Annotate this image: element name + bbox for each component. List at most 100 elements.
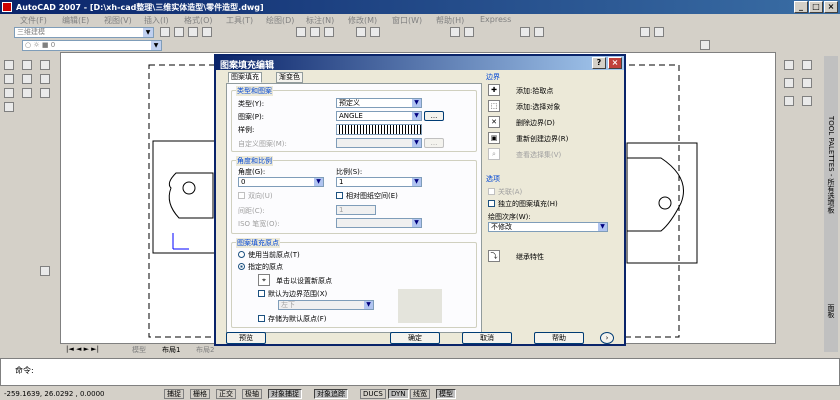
set-origin-icon[interactable]: ⌖ <box>258 274 270 286</box>
draw-rectangle-icon[interactable] <box>40 60 50 70</box>
inherit-properties-label[interactable]: 继承特性 <box>516 252 544 262</box>
preview-button[interactable]: 预览 <box>226 332 266 344</box>
cut-icon[interactable] <box>296 27 306 37</box>
paste-icon[interactable] <box>324 27 334 37</box>
minimize-button[interactable]: _ <box>794 1 808 13</box>
print-icon[interactable] <box>202 27 212 37</box>
ok-button[interactable]: 确定 <box>390 332 440 344</box>
status-grid[interactable]: 栅格 <box>190 389 210 399</box>
tab-model[interactable]: 模型 <box>132 345 146 355</box>
status-lineweight[interactable]: 线宽 <box>410 389 430 399</box>
copy-icon[interactable] <box>310 27 320 37</box>
tab-hatch[interactable]: 图案填充 <box>228 72 262 83</box>
status-ducs[interactable]: DUCS <box>360 389 386 399</box>
pattern-swatch[interactable] <box>336 124 422 135</box>
undo-icon[interactable] <box>356 27 366 37</box>
draw-circle-icon[interactable] <box>4 88 14 98</box>
palette-tool-icon[interactable] <box>784 78 794 88</box>
remove-boundary-icon[interactable]: ✕ <box>488 116 500 128</box>
separate-hatch-checkbox[interactable] <box>488 200 495 207</box>
palette-tool-icon[interactable] <box>802 96 812 106</box>
status-osnap[interactable]: 对象捕捉 <box>268 389 302 399</box>
draw-text-icon[interactable] <box>40 266 50 276</box>
remove-boundary-label[interactable]: 删除边界(D) <box>516 118 555 128</box>
menu-format[interactable]: 格式(O) <box>184 15 213 26</box>
dialog-close-button[interactable]: × <box>608 57 622 69</box>
boundary-position-select[interactable]: 左下 ▼ <box>278 300 374 310</box>
view-selection-label[interactable]: 查看选择集(V) <box>516 150 561 160</box>
angle-select[interactable]: 0 ▼ <box>238 177 324 187</box>
pattern-browse-button[interactable]: ... <box>424 111 444 121</box>
scale-select[interactable]: 1 ▼ <box>336 177 422 187</box>
draw-polyline-icon[interactable] <box>4 74 14 84</box>
type-select[interactable]: 预定义 ▼ <box>336 98 422 108</box>
menu-view[interactable]: 视图(V) <box>104 15 132 26</box>
open-icon[interactable] <box>174 27 184 37</box>
status-otrack[interactable]: 对象追踪 <box>314 389 348 399</box>
default-boundary-checkbox[interactable] <box>258 290 265 297</box>
draw-region-icon[interactable] <box>40 88 50 98</box>
status-snap[interactable]: 捕捉 <box>164 389 184 399</box>
menu-window[interactable]: 窗口(W) <box>392 15 422 26</box>
view-selection-icon[interactable]: ⌕ <box>488 148 500 160</box>
modify-copy-icon[interactable] <box>22 74 32 84</box>
add-select-objects-label[interactable]: 添加:选择对象 <box>516 102 560 112</box>
tab-layout1[interactable]: 布局1 <box>162 345 180 355</box>
menu-modify[interactable]: 修改(M) <box>348 15 377 26</box>
palette-tool-icon[interactable] <box>802 78 812 88</box>
spacing-input[interactable]: 1 <box>336 205 376 215</box>
pan-icon[interactable] <box>450 27 460 37</box>
modify-mirror-icon[interactable] <box>22 88 32 98</box>
layer-tool-icon[interactable] <box>700 40 710 50</box>
palette-tool-icon[interactable] <box>784 96 794 106</box>
specified-origin-radio[interactable] <box>238 263 245 270</box>
menu-insert[interactable]: 插入(I) <box>144 15 169 26</box>
more-options-icon[interactable]: › <box>600 332 614 344</box>
zoom-icon[interactable] <box>464 27 474 37</box>
close-button[interactable]: × <box>824 1 838 13</box>
tab-gradient[interactable]: 渐变色 <box>276 72 303 83</box>
menu-edit[interactable]: 编辑(E) <box>62 15 89 26</box>
iso-pen-select[interactable]: ▼ <box>336 218 422 228</box>
status-polar[interactable]: 极轴 <box>242 389 262 399</box>
maximize-button[interactable]: □ <box>809 1 823 13</box>
workspace-select[interactable]: 三维建模 ▼ <box>14 27 154 38</box>
save-icon[interactable] <box>188 27 198 37</box>
status-dyn[interactable]: DYN <box>388 389 409 399</box>
associative-checkbox[interactable] <box>488 188 495 195</box>
view-icon[interactable] <box>640 27 650 37</box>
command-window[interactable]: 命令: <box>0 358 840 386</box>
menu-file[interactable]: 文件(F) <box>20 15 47 26</box>
add-pick-points-label[interactable]: 添加:拾取点 <box>516 86 553 96</box>
dialog-help-button[interactable]: ? <box>592 57 606 69</box>
draw-hatch-icon[interactable] <box>40 74 50 84</box>
palette-tool-icon[interactable] <box>784 60 794 70</box>
menu-help[interactable]: 帮助(H) <box>436 15 464 26</box>
double-checkbox[interactable] <box>238 192 245 199</box>
status-model[interactable]: 模型 <box>436 389 456 399</box>
modify-erase-icon[interactable] <box>22 60 32 70</box>
use-current-radio[interactable] <box>238 251 245 258</box>
inherit-properties-icon[interactable]: ⤵ <box>488 250 500 262</box>
menu-tools[interactable]: 工具(T) <box>226 15 253 26</box>
palette-tool-icon[interactable] <box>802 60 812 70</box>
tab-layout2[interactable]: 布局2 <box>196 345 214 355</box>
menu-express[interactable]: Express <box>480 15 511 24</box>
recreate-boundary-label[interactable]: 重新创建边界(R) <box>516 134 568 144</box>
menu-dimension[interactable]: 标注(N) <box>306 15 334 26</box>
help-button[interactable]: 帮助 <box>534 332 584 344</box>
cancel-button[interactable]: 取消 <box>462 332 512 344</box>
pattern-select[interactable]: ANGLE ▼ <box>336 111 422 121</box>
relative-paper-checkbox[interactable] <box>336 192 343 199</box>
custom-pattern-select[interactable]: ▼ <box>336 138 422 148</box>
design-center-icon[interactable] <box>534 27 544 37</box>
properties-icon[interactable] <box>520 27 530 37</box>
tab-nav-arrows[interactable]: |◄ ◄ ► ►| <box>66 345 99 353</box>
draw-line-icon[interactable] <box>4 60 14 70</box>
layer-select[interactable]: ○ ☼ ■ 0 ▼ <box>22 40 162 51</box>
pick-points-icon[interactable]: ✚ <box>488 84 500 96</box>
store-default-checkbox[interactable] <box>258 315 265 322</box>
select-objects-icon[interactable]: ⬚ <box>488 100 500 112</box>
redo-icon[interactable] <box>370 27 380 37</box>
draw-order-select[interactable]: 不修改 ▼ <box>488 222 608 232</box>
